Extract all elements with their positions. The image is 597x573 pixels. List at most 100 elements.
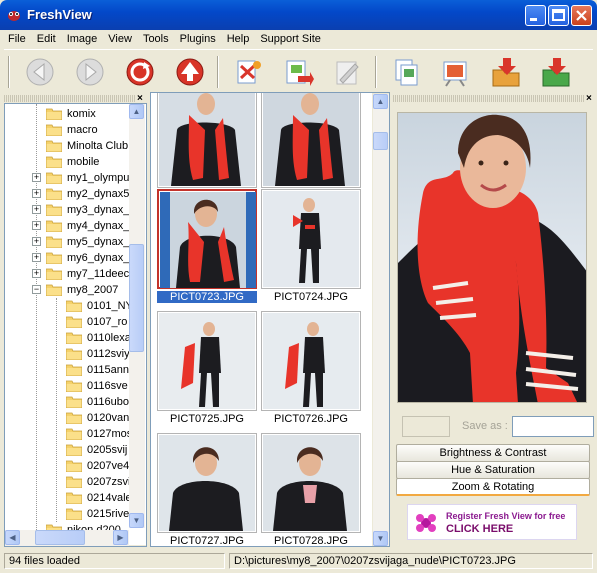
thumbnail[interactable] [157, 311, 257, 411]
scroll-left-icon[interactable]: ◀ [5, 530, 20, 545]
tree-item[interactable]: 0116sve [5, 378, 146, 394]
tree-item[interactable]: 0116ubo [5, 394, 146, 410]
tree-item[interactable]: 0112sviy [5, 346, 146, 362]
maximize-button[interactable] [548, 5, 569, 26]
cut-button[interactable] [230, 54, 266, 90]
scroll-up-icon[interactable]: ▲ [373, 94, 388, 109]
brightness-contrast-button[interactable]: Brightness & Contrast [396, 444, 590, 462]
minimize-button[interactable] [525, 5, 546, 26]
thumbnail-label[interactable]: PICT0725.JPG [157, 413, 257, 425]
tree-item-label: 0215rive [87, 508, 130, 520]
register-banner[interactable]: Register Fresh View for free CLICK HERE [407, 504, 577, 540]
preview-panel-close-icon[interactable]: × [586, 94, 592, 104]
tree-item-label: 0207ve4 [87, 460, 130, 472]
tree-item[interactable]: + my3_dynax_ [5, 202, 146, 218]
expand-icon[interactable]: + [32, 237, 41, 246]
thumbnails-scroll-thumb[interactable] [373, 132, 388, 150]
tree-item[interactable]: komix [5, 106, 146, 122]
menu-file[interactable]: File [4, 30, 33, 49]
tree-item[interactable]: 0207ve4 [5, 458, 146, 474]
scroll-down-icon[interactable]: ▼ [373, 531, 388, 546]
tree-item[interactable]: 0127mos [5, 426, 146, 442]
save-as-input[interactable] [512, 416, 594, 437]
thumbnail-label[interactable]: PICT0723.JPG [157, 291, 257, 303]
rotate-button[interactable] [122, 54, 158, 90]
expand-icon[interactable]: + [32, 173, 41, 182]
tree-item[interactable]: + my4_dynax_ [5, 218, 146, 234]
menu-tools[interactable]: Tools [139, 30, 176, 49]
thumbnail-label[interactable]: PICT0728.JPG [261, 535, 361, 546]
tree-vscrollbar[interactable]: ▲ ▼ [129, 104, 145, 528]
tree-item[interactable]: + my7_11deec [5, 266, 146, 282]
menu-bar: File Edit Image View Tools Plugins Help … [4, 30, 593, 49]
tree-item[interactable]: 0120van [5, 410, 146, 426]
download-button[interactable] [488, 54, 524, 90]
folder-icon [66, 348, 82, 360]
tree-item[interactable]: 0215rive [5, 506, 146, 522]
expand-icon[interactable]: + [32, 269, 41, 278]
back-button[interactable] [22, 54, 58, 90]
tree-item[interactable]: + my6_dynax_ [5, 250, 146, 266]
tree-item[interactable]: 0207zsvi [5, 474, 146, 490]
expand-icon[interactable]: + [32, 205, 41, 214]
expand-icon[interactable]: + [32, 253, 41, 262]
move-to-button[interactable] [330, 54, 366, 90]
thumbnail-label[interactable]: PICT0724.JPG [261, 291, 361, 303]
menu-help[interactable]: Help [223, 30, 257, 49]
tree-item[interactable]: 0101_NY [5, 298, 146, 314]
menu-plugins[interactable]: Plugins [176, 30, 223, 49]
tree-item-label: 0115ann [87, 364, 130, 376]
scroll-right-icon[interactable]: ▶ [113, 530, 128, 545]
tree-item[interactable]: 0110lexa [5, 330, 146, 346]
thumbnail[interactable] [157, 93, 257, 188]
tree-item[interactable]: − my8_2007 [5, 282, 146, 298]
tree-item[interactable]: + my1_olympu [5, 170, 146, 186]
collapse-icon[interactable]: − [32, 285, 41, 294]
thumbnail[interactable] [157, 433, 257, 533]
tree-item[interactable]: macro [5, 122, 146, 138]
minimize-icon [530, 18, 537, 21]
thumbnail[interactable] [157, 189, 257, 289]
tree-item[interactable]: 0115ann [5, 362, 146, 378]
tree-scroll-thumb[interactable] [129, 244, 144, 352]
up-button[interactable] [172, 54, 208, 90]
back-icon [26, 58, 54, 86]
scroll-down-icon[interactable]: ▼ [129, 513, 144, 528]
thumbnail[interactable] [261, 93, 361, 188]
thumbnail[interactable] [261, 311, 361, 411]
tree-item[interactable]: Minolta Club [5, 138, 146, 154]
menu-support-site[interactable]: Support Site [256, 30, 328, 49]
tree-item-label: Minolta Club [67, 140, 129, 152]
expand-icon[interactable]: + [32, 221, 41, 230]
thumbnail-label[interactable]: PICT0726.JPG [261, 413, 361, 425]
expand-icon[interactable]: + [32, 189, 41, 198]
hue-saturation-button[interactable]: Hue & Saturation [396, 461, 590, 479]
thumbnails-vscrollbar[interactable]: ▲ ▼ [373, 94, 389, 546]
tree-item[interactable]: mobile [5, 154, 146, 170]
menu-edit[interactable]: Edit [33, 30, 63, 49]
forward-button[interactable] [72, 54, 108, 90]
close-button[interactable] [571, 5, 592, 26]
copy-to-button[interactable] [280, 54, 316, 90]
tree-item[interactable]: + my5_dynax_ [5, 234, 146, 250]
thumbnail[interactable] [261, 433, 361, 533]
scroll-up-icon[interactable]: ▲ [129, 104, 144, 119]
tree-item[interactable]: 0214vale [5, 490, 146, 506]
thumbnail[interactable] [261, 189, 361, 289]
tree-item[interactable]: 0205svij [5, 442, 146, 458]
thumbnail-label[interactable]: PICT0727.JPG [157, 535, 257, 546]
tree-hscrollbar[interactable]: ◀ ▶ [5, 530, 129, 546]
tree-panel-close-icon[interactable]: × [137, 94, 143, 104]
menu-image[interactable]: Image [63, 30, 105, 49]
export-button[interactable] [538, 54, 574, 90]
slideshow-button[interactable] [438, 54, 474, 90]
folder-icon [66, 396, 82, 408]
tree-item-label: my1_olympu [67, 172, 130, 184]
paste-button[interactable] [388, 54, 424, 90]
zoom-rotating-button[interactable]: Zoom & Rotating [396, 478, 590, 496]
tree-hscroll-thumb[interactable] [35, 530, 85, 545]
menu-view[interactable]: View [104, 30, 139, 49]
tree-item[interactable]: + my2_dynax5 [5, 186, 146, 202]
tree-item[interactable]: 0107_ro [5, 314, 146, 330]
save-format-box[interactable] [402, 416, 450, 437]
